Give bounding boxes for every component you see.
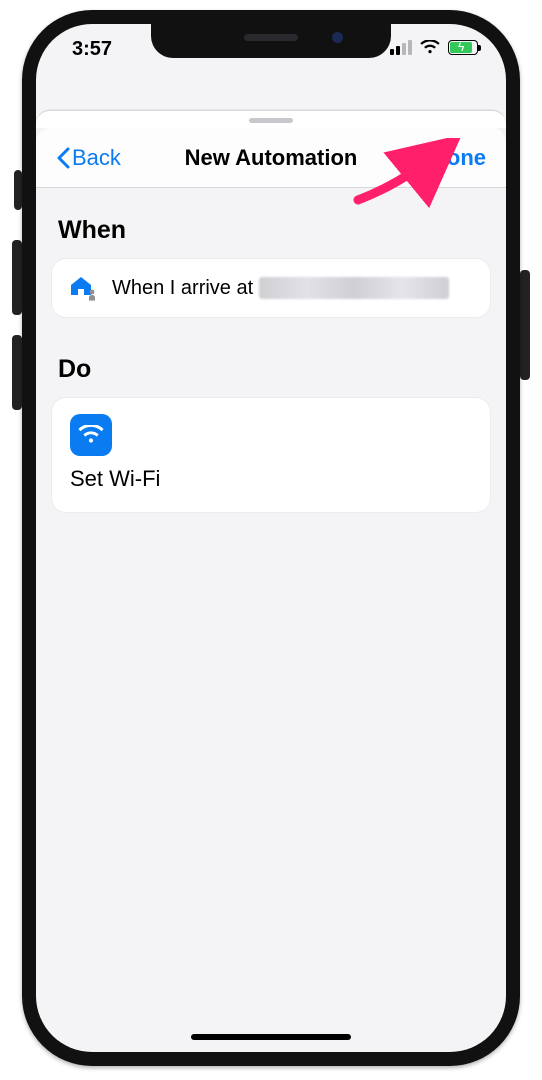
- arrive-home-icon: [68, 273, 98, 303]
- nav-bar: Back New Automation Done: [36, 128, 506, 188]
- when-prefix: When I arrive at: [112, 277, 253, 300]
- done-button[interactable]: Done: [431, 145, 486, 171]
- mute-switch: [14, 170, 22, 210]
- do-heading: Do: [58, 355, 506, 384]
- do-card[interactable]: Set Wi-Fi: [52, 398, 490, 512]
- wifi-app-icon: [70, 414, 112, 456]
- content: When When I arrive at: [36, 188, 506, 1052]
- screen: 3:57 ϟ Back New Automation Done: [36, 24, 506, 1052]
- when-card[interactable]: When I arrive at: [52, 259, 490, 317]
- home-indicator[interactable]: [191, 1034, 351, 1040]
- status-time: 3:57: [72, 38, 112, 61]
- cell-signal-icon: [390, 40, 412, 55]
- chevron-left-icon: [56, 147, 70, 169]
- notch: [151, 24, 391, 58]
- sheet-grabber[interactable]: [36, 110, 506, 128]
- wifi-icon: [420, 40, 440, 55]
- location-redacted: [259, 277, 449, 299]
- do-action-label: Set Wi-Fi: [70, 466, 472, 492]
- vol-down: [12, 335, 22, 410]
- when-heading: When: [58, 216, 506, 245]
- back-label: Back: [72, 145, 121, 171]
- vol-up: [12, 240, 22, 315]
- back-button[interactable]: Back: [56, 145, 121, 171]
- side-button: [520, 270, 530, 380]
- battery-icon: ϟ: [448, 40, 478, 55]
- phone-frame: 3:57 ϟ Back New Automation Done: [22, 10, 520, 1066]
